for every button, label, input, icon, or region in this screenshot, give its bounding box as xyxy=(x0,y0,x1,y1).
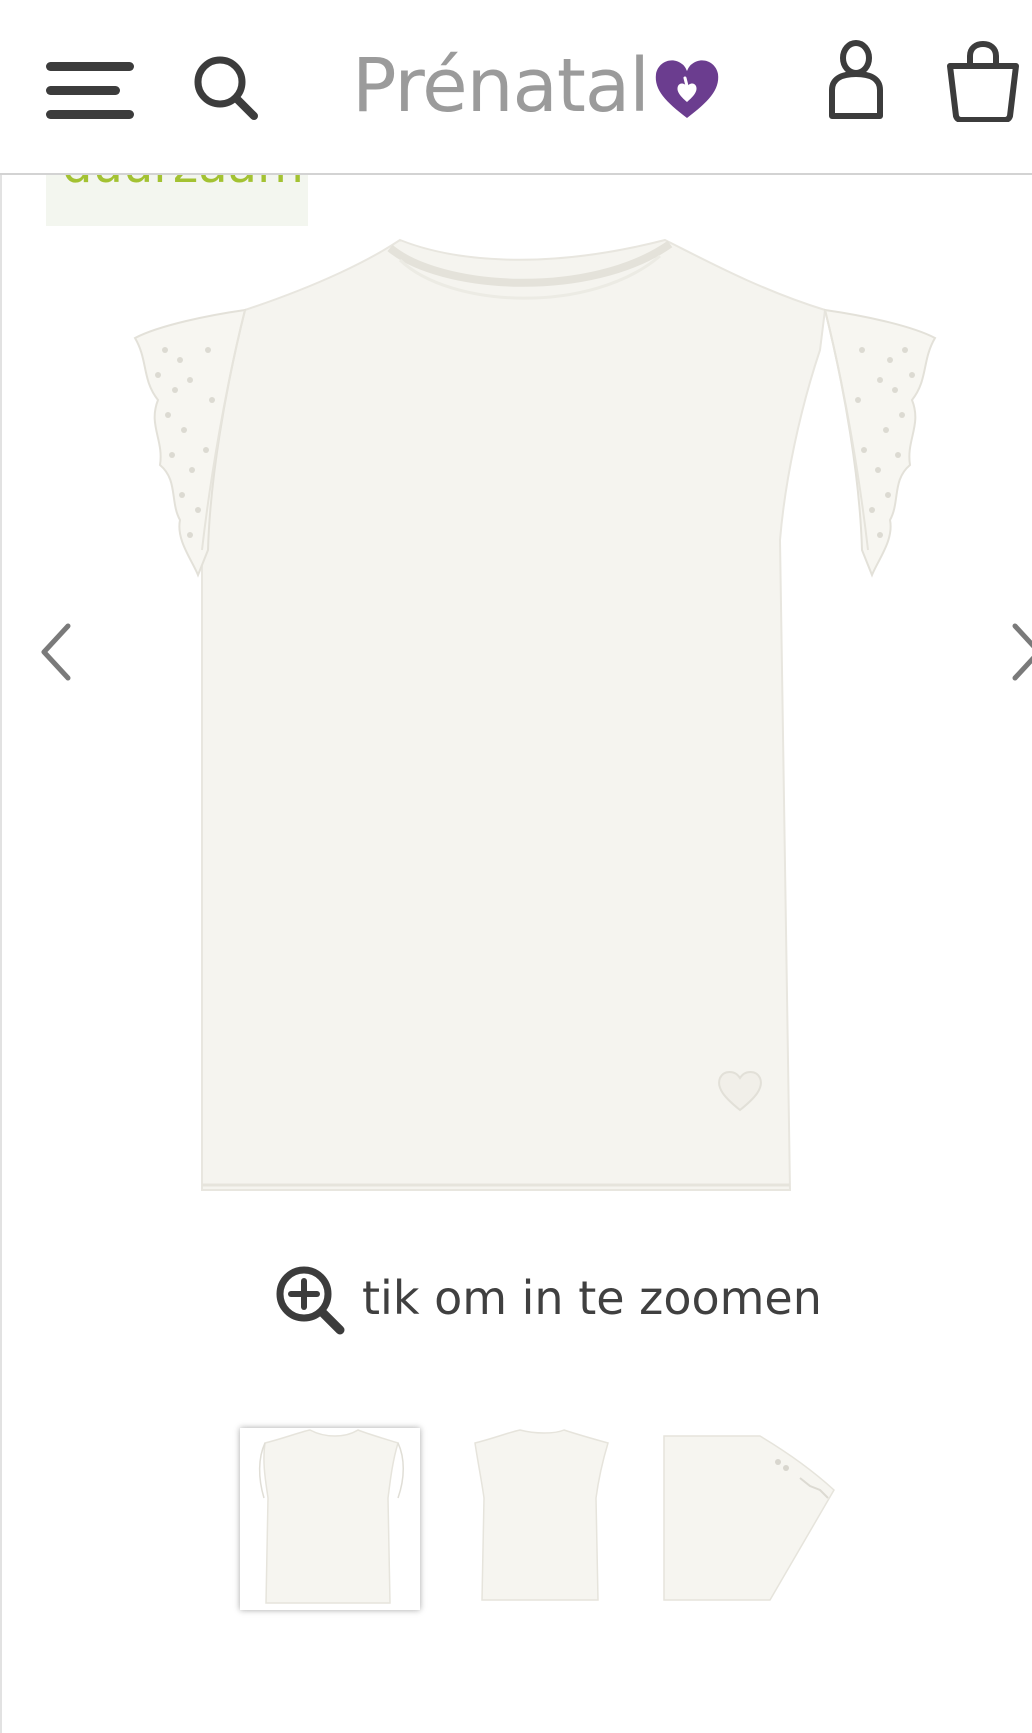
page-edge xyxy=(0,0,2,1733)
zoom-hint[interactable]: tik om in te zoomen xyxy=(274,1262,834,1342)
site-header: Prénatal xyxy=(0,0,1032,175)
thumbnail-detail-image xyxy=(663,1435,835,1601)
search-button[interactable] xyxy=(190,52,262,124)
zoom-hint-label: tik om in te zoomen xyxy=(362,1271,822,1325)
menu-button[interactable] xyxy=(44,56,136,124)
previous-image-button[interactable] xyxy=(34,620,80,684)
next-image-button[interactable] xyxy=(1005,620,1032,684)
zoom-in-icon xyxy=(276,1266,345,1335)
account-button[interactable] xyxy=(826,38,886,120)
menu-icon xyxy=(46,62,134,119)
thumbnail-front-image xyxy=(258,1429,404,1604)
chevron-right-icon xyxy=(1012,623,1032,681)
brand-logo[interactable]: Prénatal xyxy=(352,38,732,129)
heart-icon xyxy=(655,60,719,118)
logo-text: Prénatal xyxy=(352,43,650,129)
shopping-bag-icon xyxy=(947,40,1019,123)
chevron-left-icon xyxy=(41,623,71,681)
thumbnail-back[interactable] xyxy=(460,1428,620,1610)
thumbnail-front-selected[interactable] xyxy=(240,1428,420,1610)
t-shirt-illustration xyxy=(133,238,937,1191)
thumbnail-detail[interactable] xyxy=(660,1428,840,1610)
thumbnail-back-image xyxy=(474,1429,609,1601)
product-image[interactable] xyxy=(120,230,950,1210)
cart-button[interactable] xyxy=(946,40,1020,123)
search-icon xyxy=(194,56,258,120)
user-icon xyxy=(829,40,883,119)
